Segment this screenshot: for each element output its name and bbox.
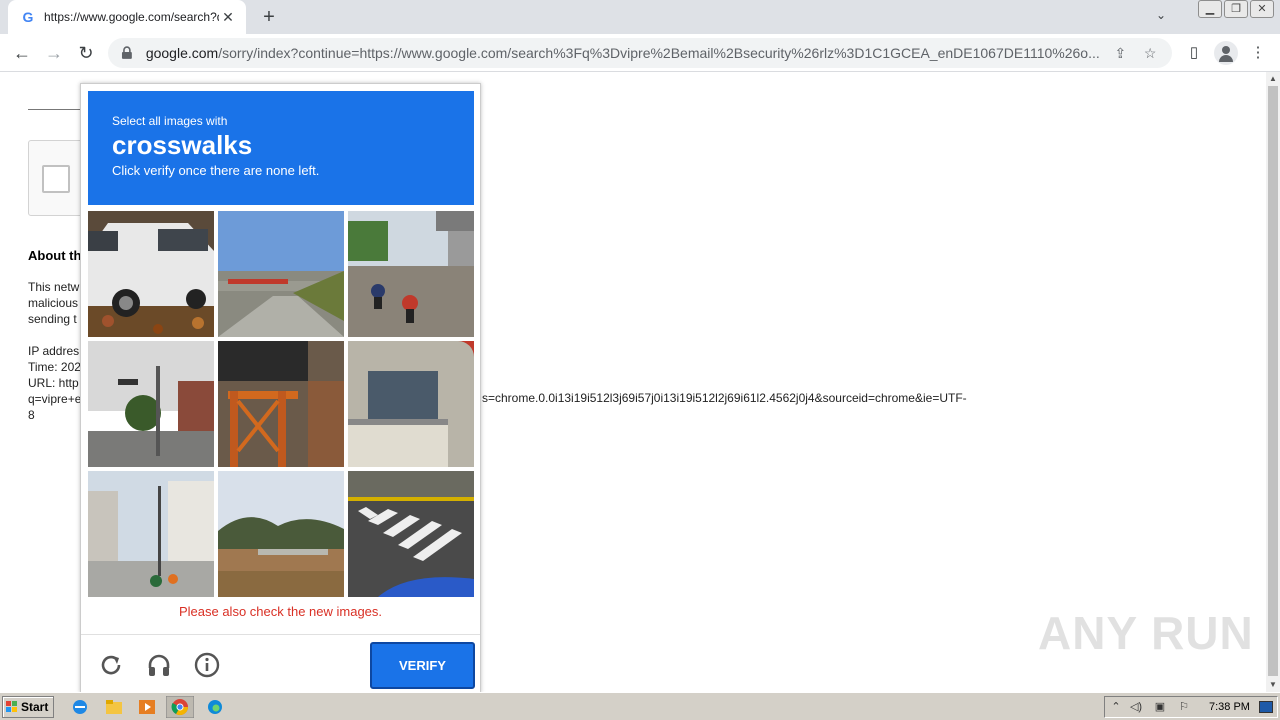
challenge-header: Select all images with crosswalks Click …: [88, 91, 474, 205]
browser-toolbar: ← → ↻ google.com/sorry/index?continue=ht…: [0, 34, 1280, 72]
challenge-footer: VERIFY: [81, 634, 480, 692]
image-tile[interactable]: [348, 471, 474, 597]
address-bar[interactable]: google.com/sorry/index?continue=https://…: [108, 38, 1172, 68]
google-favicon-icon: G: [22, 9, 34, 25]
page-scrollbar[interactable]: ▲ ▼: [1266, 72, 1280, 692]
chrome-icon[interactable]: [166, 696, 194, 718]
prompt-instruction: Click verify once there are none left.: [112, 163, 320, 178]
system-tray: ⌃ ◁) ▣ ⚐ 7:38 PM: [1104, 696, 1278, 718]
restore-button[interactable]: ❐: [1224, 0, 1248, 18]
profile-avatar-icon[interactable]: [1214, 41, 1238, 65]
page-text-line: malicious: [28, 296, 79, 310]
network-icon[interactable]: ▣: [1153, 701, 1167, 713]
verify-button[interactable]: VERIFY: [370, 642, 475, 689]
url-path: /sorry/index?continue=https://www.google…: [218, 45, 1100, 61]
start-label: Start: [21, 700, 49, 714]
forward-button[interactable]: →: [42, 41, 66, 65]
tab-search-chevron-icon[interactable]: ⌄: [1152, 8, 1170, 26]
page-text-line: q=vipre+e: [28, 392, 82, 406]
window-controls: ▁ ❐ ✕: [1196, 0, 1274, 18]
about-heading: About th: [28, 248, 82, 263]
image-tile[interactable]: [218, 211, 344, 337]
image-tile[interactable]: [88, 211, 214, 337]
show-desktop-icon[interactable]: [1259, 701, 1273, 713]
internet-explorer-icon[interactable]: [70, 698, 90, 716]
prompt-intro: Select all images with: [112, 114, 228, 128]
info-icon[interactable]: [193, 651, 221, 679]
image-tile[interactable]: [88, 471, 214, 597]
page-text-line: URL: http: [28, 376, 79, 390]
bookmark-star-icon[interactable]: ☆: [1140, 43, 1160, 63]
volume-icon[interactable]: ◁): [1129, 701, 1143, 713]
page-text-line: sending t: [28, 312, 77, 326]
recaptcha-checkbox-card: [28, 140, 88, 216]
windows-logo-icon: [6, 701, 17, 712]
close-window-button[interactable]: ✕: [1250, 0, 1274, 18]
back-button[interactable]: ←: [10, 41, 34, 65]
page-text-line: IP addres: [28, 344, 80, 358]
image-tile[interactable]: [348, 341, 474, 467]
recaptcha-challenge: Select all images with crosswalks Click …: [80, 83, 481, 693]
anyrun-watermark: ANY RUN: [1038, 607, 1254, 659]
image-grid: [88, 211, 474, 597]
image-tile[interactable]: [348, 211, 474, 337]
prompt-target: crosswalks: [112, 130, 253, 160]
tray-expand-icon[interactable]: ⌃: [1109, 701, 1123, 713]
side-panel-icon[interactable]: ▯: [1182, 41, 1206, 65]
minimize-button[interactable]: ▁: [1198, 0, 1222, 18]
page-text-line: Time: 202: [28, 360, 81, 374]
image-tile[interactable]: [218, 471, 344, 597]
page-text-line: This netw: [28, 280, 80, 294]
windows-taskbar: Start ⌃ ◁) ▣ ⚐ 7:38 PM: [0, 692, 1280, 720]
tab-title: https://www.google.com/search?q=: [44, 10, 219, 24]
recaptcha-checkbox[interactable]: [42, 165, 70, 193]
image-tile[interactable]: [218, 341, 344, 467]
browser-tab[interactable]: G https://www.google.com/search?q= ✕: [8, 0, 246, 34]
clock: 7:38 PM: [1209, 701, 1250, 713]
scroll-down-arrow-icon[interactable]: ▼: [1266, 678, 1280, 692]
reload-button[interactable]: ↻: [74, 41, 98, 65]
edge-icon[interactable]: [205, 698, 225, 716]
media-player-icon[interactable]: [137, 698, 157, 716]
new-tab-button[interactable]: +: [258, 6, 280, 28]
image-tile[interactable]: [88, 341, 214, 467]
lock-icon[interactable]: [120, 46, 134, 60]
reload-challenge-icon[interactable]: [97, 651, 125, 679]
url-text[interactable]: google.com/sorry/index?continue=https://…: [146, 45, 1101, 61]
scroll-up-arrow-icon[interactable]: ▲: [1266, 72, 1280, 86]
tab-strip: G https://www.google.com/search?q= ✕ + ⌄…: [0, 0, 1280, 34]
action-center-flag-icon[interactable]: ⚐: [1177, 701, 1191, 713]
page-text-line: 8: [28, 408, 35, 422]
menu-kebab-icon[interactable]: ⋮: [1246, 41, 1270, 65]
scroll-thumb[interactable]: [1268, 86, 1278, 676]
divider: [28, 109, 88, 110]
url-host: google.com: [145, 45, 219, 61]
url-tail-text: s=chrome.0.0i13i19i512l3j69i57j0i13i19i5…: [482, 391, 967, 405]
start-button[interactable]: Start: [2, 696, 54, 718]
audio-challenge-icon[interactable]: [145, 651, 173, 679]
share-icon[interactable]: ⇪: [1111, 43, 1131, 63]
tab-close-icon[interactable]: ✕: [220, 9, 236, 26]
error-message: Please also check the new images.: [178, 604, 383, 619]
file-explorer-icon[interactable]: [104, 698, 124, 716]
